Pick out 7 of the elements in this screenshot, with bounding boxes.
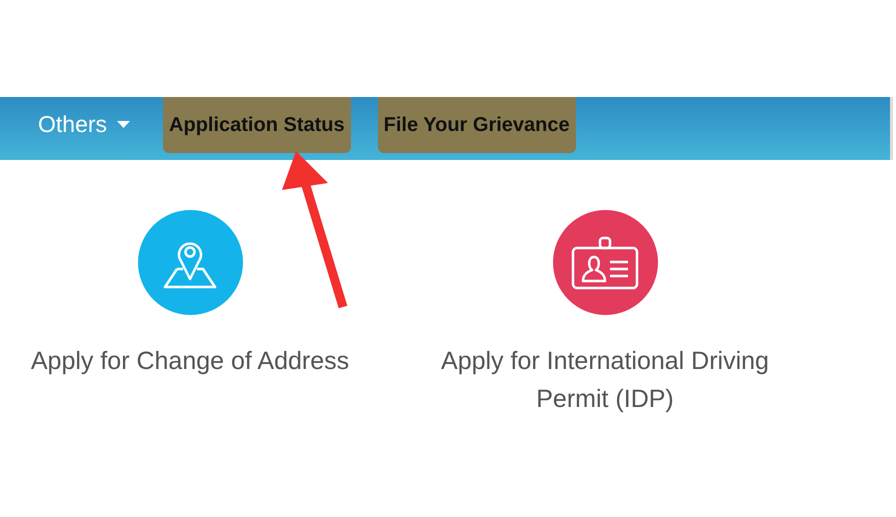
service-label[interactable]: Apply for International Driving Permit (IDP)	[420, 342, 790, 418]
caret-icon	[117, 120, 130, 128]
id-card-icon	[570, 234, 640, 290]
nav-button[interactable]: Application Status	[163, 97, 351, 153]
nav-dropdown[interactable]: Others	[38, 97, 130, 152]
service-label[interactable]: Apply for Change of Address	[30, 342, 350, 380]
nav-button[interactable]: File Your Grievance	[378, 97, 576, 153]
